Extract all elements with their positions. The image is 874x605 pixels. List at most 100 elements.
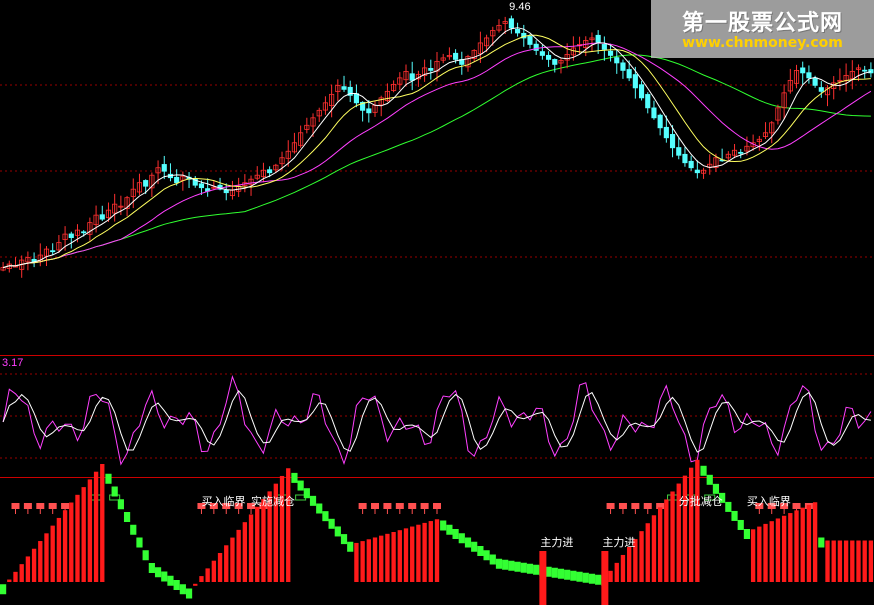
trend-bar-up bbox=[193, 583, 198, 586]
signal-annotation: 买入临界 bbox=[747, 494, 791, 508]
trend-bar-down bbox=[545, 566, 552, 577]
trend-bar-up bbox=[50, 525, 55, 582]
trend-bar-up bbox=[261, 499, 266, 582]
candle-body bbox=[738, 151, 744, 154]
trend-bar-up bbox=[7, 579, 12, 582]
candle-body bbox=[818, 87, 824, 92]
candle-body bbox=[682, 153, 688, 164]
trend-bar-down bbox=[154, 567, 162, 578]
trend-bar-down bbox=[440, 520, 447, 531]
trend-bar-down bbox=[291, 472, 298, 483]
trend-bar-down bbox=[489, 554, 496, 565]
trend-bar-up bbox=[664, 499, 669, 582]
buy-marker-icon bbox=[23, 503, 32, 509]
trend-bar-up bbox=[856, 540, 861, 582]
candle-body bbox=[601, 44, 607, 50]
candle-body bbox=[607, 50, 614, 56]
trend-bar-up bbox=[81, 487, 86, 582]
trend-bar-down bbox=[117, 499, 124, 510]
buy-marker-icon bbox=[358, 503, 367, 509]
candle-body bbox=[267, 169, 273, 174]
trend-bar-up bbox=[242, 522, 248, 582]
osc-fast-line bbox=[2, 375, 872, 466]
trend-bar-down bbox=[452, 529, 459, 539]
watermark-url: www.chnmoney.com bbox=[682, 35, 843, 51]
buy-marker-icon bbox=[792, 503, 801, 509]
candle-body bbox=[539, 51, 545, 56]
candle-body bbox=[161, 164, 167, 172]
stock-chart[interactable]: 9.46 3.17 买入临界 实施减仓 分批减仓 买入临界主力进 主力进 bbox=[0, 0, 874, 605]
oscillator-panel bbox=[2, 375, 872, 466]
trend-bar-up bbox=[788, 513, 793, 582]
candle-body bbox=[50, 250, 56, 253]
candle-body bbox=[341, 86, 347, 90]
trend-bar-up bbox=[695, 459, 700, 582]
trend-bar-down bbox=[570, 570, 577, 581]
trend-bar-down bbox=[502, 559, 509, 570]
candle-body bbox=[800, 67, 806, 74]
main-force-label: 主力进 bbox=[540, 536, 573, 549]
trend-bar-up bbox=[31, 548, 37, 582]
candle-body bbox=[812, 77, 818, 86]
trend-bar-down bbox=[161, 571, 168, 582]
buy-marker-icon bbox=[420, 503, 429, 509]
trend-bar-down bbox=[173, 580, 180, 590]
trend-bar-up bbox=[422, 522, 427, 582]
candle-body bbox=[366, 108, 372, 114]
trend-bar-down bbox=[477, 546, 484, 556]
trend-bar-up bbox=[781, 515, 787, 582]
trend-bar-down bbox=[111, 486, 118, 497]
trend-bar-up bbox=[862, 540, 867, 582]
candle-body bbox=[428, 68, 434, 71]
trend-bar-up bbox=[87, 479, 93, 582]
trend-bar-down bbox=[737, 519, 744, 530]
trend-bar-up bbox=[428, 521, 433, 582]
trend-bar-up bbox=[757, 526, 762, 582]
candle-body bbox=[546, 54, 552, 60]
candle-body bbox=[645, 94, 651, 109]
trend-bar-up bbox=[645, 523, 650, 582]
trend-bar-up bbox=[831, 540, 836, 582]
candle-body bbox=[620, 62, 626, 71]
trend-bar-down bbox=[700, 465, 707, 476]
trend-bar-down bbox=[582, 572, 589, 583]
buy-marker-icon bbox=[383, 503, 392, 509]
trend-bar-up bbox=[639, 531, 644, 582]
trend-bar-down bbox=[533, 564, 540, 575]
trend-bar-up bbox=[286, 468, 291, 582]
candle-body bbox=[595, 34, 601, 44]
candle-body bbox=[552, 59, 558, 65]
candle-body bbox=[508, 18, 514, 29]
trend-bar-up bbox=[416, 524, 421, 582]
trend-bar-up bbox=[211, 560, 217, 582]
trend-bar-up bbox=[763, 523, 768, 582]
candle-body bbox=[143, 180, 149, 187]
candle-body bbox=[353, 93, 359, 104]
buy-marker-icon bbox=[61, 503, 70, 509]
trend-bar-down bbox=[464, 537, 472, 548]
trend-bar-up bbox=[614, 562, 619, 582]
trend-bar-down bbox=[514, 561, 521, 572]
candle-body bbox=[657, 114, 663, 129]
trend-bar-down bbox=[725, 501, 732, 512]
signal-annotation: 买入临界 bbox=[201, 494, 245, 508]
trend-bar-up bbox=[434, 519, 440, 582]
signal-annotation: 分批减仓 bbox=[679, 494, 723, 508]
trend-bar-up bbox=[38, 541, 43, 582]
trend-bar-up bbox=[224, 545, 229, 582]
signal-annotation: 实施减仓 bbox=[251, 494, 295, 508]
trend-bar-up bbox=[205, 568, 210, 582]
candle-body bbox=[614, 57, 620, 64]
trend-bar-up bbox=[806, 504, 812, 582]
trend-bar-up bbox=[626, 547, 632, 582]
trend-bar-down bbox=[142, 550, 149, 561]
trend-bar-down bbox=[520, 562, 527, 573]
main-force-label: 主力进 bbox=[602, 536, 635, 549]
trend-bar-up bbox=[825, 540, 830, 582]
candle-body bbox=[651, 107, 657, 119]
trend-bar-up bbox=[236, 529, 241, 582]
buy-marker-icon bbox=[618, 503, 627, 509]
watermark-title: 第一股票公式网 bbox=[681, 11, 843, 36]
trend-bar-up bbox=[360, 541, 365, 582]
trend-bar-up bbox=[372, 537, 378, 582]
